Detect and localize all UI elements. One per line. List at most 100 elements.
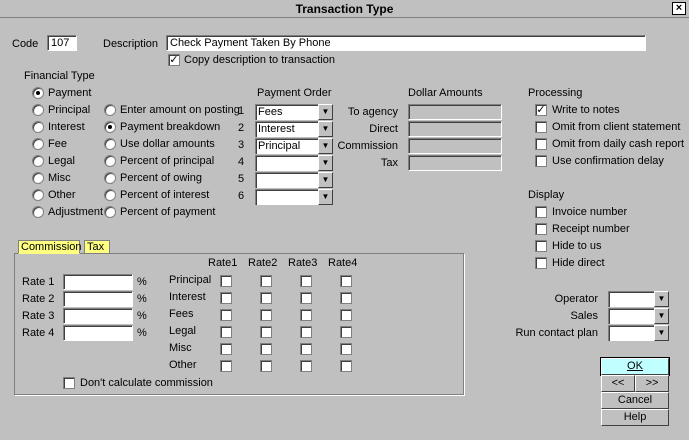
financial-type-radio[interactable]: [32, 189, 44, 201]
processing-option-label: Use confirmation delay: [552, 155, 664, 167]
rate-grid-row-label: Interest: [169, 291, 206, 303]
code-field[interactable]: 107: [47, 35, 77, 51]
rate-grid-checkbox[interactable]: [300, 326, 312, 338]
rate-grid-checkbox[interactable]: [300, 275, 312, 287]
description-label: Description: [103, 38, 159, 50]
payment-order-label: Payment Order: [257, 87, 332, 99]
rate-grid-checkbox[interactable]: [260, 292, 272, 304]
chevron-down-icon[interactable]: ▼: [654, 291, 669, 307]
operator-panel-select[interactable]: ▼: [608, 308, 669, 324]
display-checkbox[interactable]: [535, 257, 547, 269]
financial-type-radio[interactable]: [32, 87, 44, 99]
payment-order-select[interactable]: ▼: [255, 155, 333, 171]
rate-grid-checkbox[interactable]: [300, 360, 312, 372]
display-option-label: Hide direct: [552, 257, 605, 269]
financial-type-radio[interactable]: [32, 206, 44, 218]
dollar-amount-label: Direct: [369, 123, 398, 135]
rate-grid-checkbox[interactable]: [300, 343, 312, 355]
rate-grid-checkbox[interactable]: [300, 292, 312, 304]
payment-order-number: 5: [238, 173, 245, 185]
processing-checkbox[interactable]: [535, 155, 547, 167]
amount-mode-option-label: Payment breakdown: [120, 121, 221, 133]
rate-grid-checkbox[interactable]: [260, 275, 272, 287]
rate-grid-checkbox[interactable]: [340, 343, 352, 355]
financial-type-radio[interactable]: [32, 138, 44, 150]
financial-type-radio[interactable]: [32, 104, 44, 116]
display-checkbox[interactable]: [535, 206, 547, 218]
dollar-amount-field: [408, 155, 502, 171]
operator-panel-select[interactable]: ▼: [608, 291, 669, 307]
payment-order-select[interactable]: ▼: [255, 189, 333, 205]
dollar-amount-label: Tax: [380, 157, 398, 169]
rate-grid-checkbox[interactable]: [220, 360, 232, 372]
processing-checkbox[interactable]: ✓: [535, 104, 547, 116]
financial-type-option-label: Payment: [48, 87, 92, 99]
payment-order-select[interactable]: ▼: [255, 172, 333, 188]
transaction-type-dialog: Transaction Type × Code 107 Description …: [0, 0, 689, 440]
financial-type-radio[interactable]: [32, 172, 44, 184]
description-field[interactable]: Check Payment Taken By Phone: [166, 35, 646, 51]
chevron-down-icon[interactable]: ▼: [318, 189, 333, 205]
rate-grid-checkbox[interactable]: [220, 275, 232, 287]
rate-column-header: Rate4: [328, 257, 358, 269]
dont-calculate-checkbox[interactable]: [63, 377, 75, 389]
processing-checkbox[interactable]: [535, 138, 547, 150]
rate-field[interactable]: [63, 291, 133, 307]
rate-label: Rate 4: [22, 327, 55, 339]
rate-grid-checkbox[interactable]: [220, 326, 232, 338]
rate-grid-checkbox[interactable]: [260, 326, 272, 338]
copy-description-label: Copy description to transaction: [184, 54, 336, 66]
rate-grid-checkbox[interactable]: [220, 292, 232, 304]
rate-field[interactable]: [63, 274, 133, 290]
rate-grid-checkbox[interactable]: [340, 292, 352, 304]
dollar-amount-label: To agency: [347, 106, 398, 118]
display-checkbox[interactable]: [535, 240, 547, 252]
rate-grid-checkbox[interactable]: [340, 326, 352, 338]
financial-type-radio[interactable]: [32, 155, 44, 167]
payment-order-select-value: [255, 155, 318, 171]
rate-grid-checkbox[interactable]: [260, 309, 272, 321]
prev-button[interactable]: <<: [601, 375, 635, 392]
amount-mode-radio[interactable]: [104, 104, 116, 116]
rate-grid-checkbox[interactable]: [220, 343, 232, 355]
payment-order-select[interactable]: Interest ▼: [255, 121, 333, 137]
payment-order-select[interactable]: Principal ▼: [255, 138, 333, 154]
amount-mode-radio[interactable]: [104, 138, 116, 150]
tab-tax[interactable]: Tax: [84, 240, 110, 254]
amount-mode-radio[interactable]: [104, 189, 116, 201]
tab-commission[interactable]: Commission: [18, 240, 82, 254]
amount-mode-radio[interactable]: [104, 172, 116, 184]
copy-description-checkbox[interactable]: ✓: [168, 54, 180, 66]
rate-grid-checkbox[interactable]: [340, 275, 352, 287]
processing-checkbox[interactable]: [535, 121, 547, 133]
rate-grid-checkbox[interactable]: [300, 309, 312, 321]
rate-grid-checkbox[interactable]: [220, 309, 232, 321]
payment-order-select[interactable]: Fees ▼: [255, 104, 333, 120]
amount-mode-radio[interactable]: [104, 206, 116, 218]
dont-calculate-label: Don't calculate commission: [80, 377, 213, 389]
close-icon[interactable]: ×: [672, 2, 686, 15]
help-button[interactable]: Help: [601, 409, 669, 426]
rate-column-header: Rate2: [248, 257, 278, 269]
chevron-down-icon[interactable]: ▼: [318, 172, 333, 188]
amount-mode-radio[interactable]: [104, 155, 116, 167]
next-button[interactable]: >>: [635, 375, 669, 392]
rate-field[interactable]: [63, 308, 133, 324]
rate-grid-checkbox[interactable]: [260, 343, 272, 355]
operator-panel-select[interactable]: ▼: [608, 325, 669, 341]
operator-panel-select-value: [608, 291, 654, 307]
chevron-down-icon[interactable]: ▼: [654, 325, 669, 341]
rate-field[interactable]: [63, 325, 133, 341]
cancel-button[interactable]: Cancel: [601, 392, 669, 409]
rate-grid-checkbox[interactable]: [340, 360, 352, 372]
ok-button[interactable]: OK: [600, 357, 670, 376]
financial-type-radio[interactable]: [32, 121, 44, 133]
checkmark-icon: ✓: [169, 54, 179, 66]
operator-panel-select-value: [608, 325, 654, 341]
rate-grid-checkbox[interactable]: [260, 360, 272, 372]
rate-grid-checkbox[interactable]: [340, 309, 352, 321]
amount-mode-radio[interactable]: [104, 121, 116, 133]
chevron-down-icon[interactable]: ▼: [654, 308, 669, 324]
display-checkbox[interactable]: [535, 223, 547, 235]
dollar-amount-field: [408, 104, 502, 120]
